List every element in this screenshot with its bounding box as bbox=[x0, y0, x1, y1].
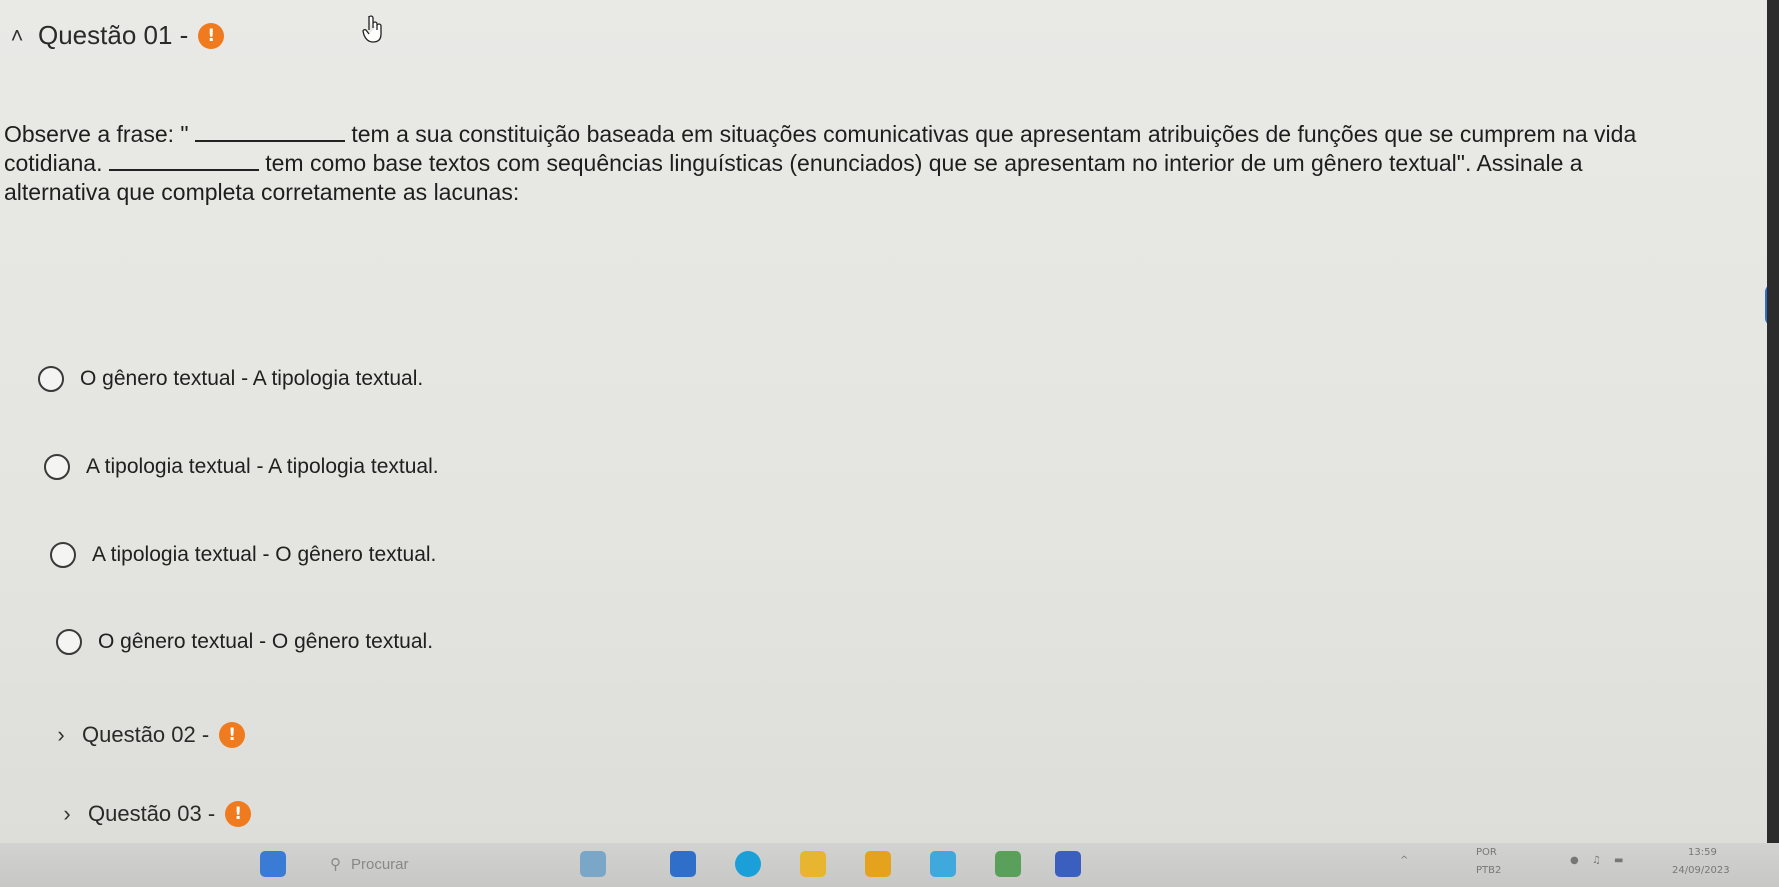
file-explorer-icon[interactable] bbox=[865, 851, 891, 877]
question-02-header[interactable]: › Questão 02 - ! bbox=[50, 722, 246, 748]
radio-button[interactable] bbox=[50, 542, 76, 568]
statement-line-1: Observe a frase: " tem a sua constituiçã… bbox=[4, 120, 1637, 147]
taskbar-search[interactable]: ⚲ Procurar bbox=[330, 849, 409, 879]
windows-start-icon[interactable] bbox=[260, 851, 286, 877]
language-indicator[interactable]: POR bbox=[1476, 847, 1497, 858]
question-03-title: Questão 03 - bbox=[88, 801, 216, 826]
keyboard-layout-indicator[interactable]: PTB2 bbox=[1476, 865, 1501, 876]
blank-2 bbox=[108, 149, 259, 171]
warning-badge-icon: ! bbox=[219, 722, 246, 748]
store-icon[interactable] bbox=[930, 851, 956, 877]
wifi-icon[interactable]: ● bbox=[1570, 855, 1579, 866]
clock-date[interactable]: 24/09/2023 bbox=[1672, 865, 1730, 876]
question-statement: Observe a frase: " tem a sua constituiçã… bbox=[4, 120, 1774, 207]
question-03-header[interactable]: › Questão 03 - ! bbox=[56, 801, 252, 827]
task-view-icon[interactable] bbox=[670, 851, 696, 877]
app-icon[interactable] bbox=[1055, 851, 1081, 877]
option-b[interactable]: A tipologia textual - A tipologia textua… bbox=[44, 454, 439, 480]
search-placeholder: Procurar bbox=[351, 855, 409, 873]
statement-line-3: alternativa que completa corretamente as… bbox=[4, 179, 520, 205]
blank-1 bbox=[194, 120, 345, 142]
radio-button[interactable] bbox=[44, 454, 70, 480]
hand-cursor-icon bbox=[362, 15, 382, 43]
app-icon[interactable] bbox=[995, 851, 1021, 877]
chevron-right-icon: › bbox=[57, 722, 65, 747]
chrome-browser-icon[interactable] bbox=[800, 851, 826, 877]
question-02-title: Questão 02 - bbox=[82, 722, 210, 747]
radio-button[interactable] bbox=[38, 366, 64, 392]
volume-icon[interactable]: ♫ bbox=[1592, 855, 1601, 866]
edge-browser-icon[interactable] bbox=[735, 851, 761, 877]
taskbar: ⚲ Procurar ^ POR PTB2 ● ♫ ▬ 13:59 24/09/… bbox=[0, 843, 1779, 887]
option-d[interactable]: O gênero textual - O gênero textual. bbox=[56, 629, 433, 655]
battery-icon[interactable]: ▬ bbox=[1614, 855, 1623, 866]
warning-badge-icon: ! bbox=[225, 801, 252, 827]
screen-edge bbox=[1767, 0, 1779, 887]
chevron-up-icon: ˄ bbox=[10, 22, 24, 48]
chevron-right-icon: › bbox=[63, 801, 71, 826]
widget-icon[interactable] bbox=[580, 851, 606, 877]
option-a[interactable]: O gênero textual - A tipologia textual. bbox=[38, 366, 423, 392]
warning-badge-icon: ! bbox=[198, 22, 225, 49]
question-01-title: Questão 01 - bbox=[38, 20, 189, 50]
option-c[interactable]: A tipologia textual - O gênero textual. bbox=[50, 542, 436, 568]
search-icon: ⚲ bbox=[330, 856, 341, 873]
question-01-header[interactable]: ˄ Questão 01 - ! bbox=[6, 20, 225, 51]
tray-chevron-up-icon[interactable]: ^ bbox=[1400, 855, 1408, 866]
radio-button[interactable] bbox=[56, 629, 82, 655]
clock-time[interactable]: 13:59 bbox=[1688, 847, 1717, 858]
statement-line-2: cotidiana. tem como base textos com sequ… bbox=[4, 149, 1583, 176]
